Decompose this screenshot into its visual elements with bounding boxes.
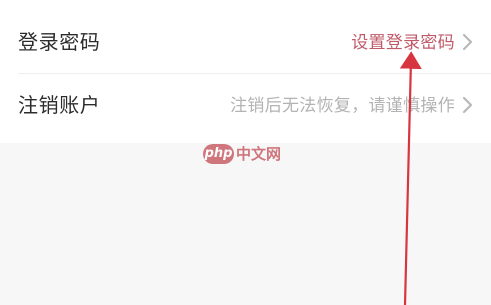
chevron-right-icon xyxy=(460,33,476,51)
set-login-password-link[interactable]: 设置登录密码 xyxy=(351,32,455,54)
php-watermark-badge: php xyxy=(203,144,234,164)
chevron-right-icon xyxy=(460,96,476,114)
setting-row-login-password[interactable]: 登录密码 设置登录密码 xyxy=(0,13,491,73)
delete-account-warning: 注销后无法恢复，请谨慎操作 xyxy=(230,96,455,116)
php-cn-watermark: php 中文网 xyxy=(203,144,289,164)
row-divider xyxy=(18,73,491,74)
setting-row-delete-account[interactable]: 注销账户 注销后无法恢复，请谨慎操作 xyxy=(0,76,491,136)
login-password-label: 登录密码 xyxy=(18,30,101,54)
settings-card: 登录密码 设置登录密码 注销账户 注销后无法恢复，请谨慎操作 xyxy=(0,0,491,143)
delete-account-label: 注销账户 xyxy=(18,93,101,117)
chinese-website-watermark-text: 中文网 xyxy=(236,145,282,163)
